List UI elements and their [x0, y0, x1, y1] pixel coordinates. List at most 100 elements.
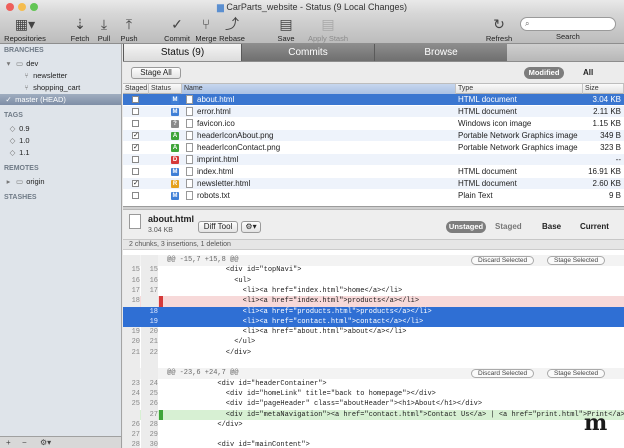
diff-line[interactable]: @@ -23,6 +24,7 @@ Discard Selected Stage S…: [123, 368, 624, 379]
diff-line[interactable]: [123, 358, 624, 369]
discard-selected-button[interactable]: Discard Selected: [471, 369, 535, 379]
tab-commits[interactable]: Commits: [241, 44, 374, 61]
sidebar-item-shopping-cart[interactable]: ⑂ shopping_cart: [0, 82, 121, 93]
new-line-number: 21: [141, 337, 158, 348]
diff-line[interactable]: 19 <li><a href="contact.html">contact</a…: [123, 316, 624, 328]
push-button[interactable]: ⤒ Push: [117, 15, 141, 43]
diff-tool-button[interactable]: Diff Tool: [198, 221, 238, 233]
table-row[interactable]: Mabout.html HTML document 3.04 KB: [123, 94, 624, 105]
close-window-button[interactable]: [6, 3, 14, 11]
stage-checkbox[interactable]: [132, 108, 139, 115]
diff-line[interactable]: 27 29: [123, 430, 624, 441]
column-type[interactable]: Type: [456, 84, 583, 94]
table-row[interactable]: ? favicon.ico Windows icon image 1.15 KB: [123, 118, 624, 129]
rebase-button[interactable]: ⤴ Rebase: [219, 15, 245, 43]
remove-icon[interactable]: −: [22, 437, 27, 448]
table-row[interactable]: Mrobots.txt Plain Text 9 B: [123, 190, 624, 201]
sidebar-item-tag-1.1[interactable]: ◇ 1.1: [0, 147, 121, 158]
diff-line[interactable]: 18 <li><a href="index.html">products</a>…: [123, 296, 624, 307]
window-title: CarParts_website - Status (9 Local Chang…: [226, 2, 408, 12]
modified-filter[interactable]: Modified: [524, 67, 564, 79]
current-toggle[interactable]: Current: [580, 222, 609, 231]
table-row[interactable]: ✓ AheaderIconContact.png Portable Network …: [123, 142, 624, 153]
diff-line[interactable]: 28 30 <div id="mainContent">: [123, 440, 624, 448]
tab-status[interactable]: Status (9): [123, 44, 241, 61]
sidebar-item-origin[interactable]: ▸ ▭ origin: [0, 176, 121, 187]
diff-line[interactable]: 27 <div id="metaNavigation"><a href="con…: [123, 409, 624, 420]
stage-checkbox[interactable]: ✓: [132, 132, 139, 139]
table-row[interactable]: Dimprint.html --: [123, 154, 624, 165]
unstaged-toggle[interactable]: Unstaged: [446, 221, 486, 233]
checkmark-icon: ✓: [171, 16, 183, 32]
sidebar-item-newsletter[interactable]: ⑂ newsletter: [0, 70, 121, 81]
diff-line[interactable]: 20 21 </ul>: [123, 337, 624, 348]
all-filter[interactable]: All: [583, 68, 593, 77]
branch-icon: ⑂: [24, 71, 29, 80]
stage-checkbox[interactable]: [132, 96, 139, 103]
discard-selected-button[interactable]: Discard Selected: [471, 256, 535, 265]
tab-browse[interactable]: Browse: [374, 44, 507, 61]
diff-line-text: </div>: [167, 348, 252, 357]
diff-line[interactable]: 19 20 <li><a href="about.html">about</a><…: [123, 327, 624, 338]
diff-line[interactable]: 25 26 <div id="pageHeader" class="aboutHe…: [123, 399, 624, 410]
stage-checkbox[interactable]: [132, 156, 139, 163]
diff-line[interactable]: 15 15 <div id="topNavi">: [123, 265, 624, 276]
search-input[interactable]: ⌕: [520, 17, 616, 31]
diff-view: @@ -15,7 +15,8 @@ Discard Selected Stage S…: [123, 250, 624, 448]
refresh-icon: ↻: [493, 16, 505, 32]
column-name[interactable]: Name: [182, 84, 456, 94]
gear-icon[interactable]: ⚙▾: [40, 437, 51, 448]
sidebar-item-tag-0.9[interactable]: ◇ 0.9: [0, 123, 121, 134]
fetch-button[interactable]: ⇣ Fetch: [66, 15, 94, 43]
table-row[interactable]: ✓ AheaderIconAbout.png Portable Network Gr…: [123, 130, 624, 141]
diff-line[interactable]: 18 <li><a href="products.html">products<…: [123, 306, 624, 317]
change-marker: [159, 389, 163, 400]
commit-button[interactable]: ✓ Commit: [162, 15, 192, 43]
stage-checkbox[interactable]: ✓: [132, 180, 139, 187]
file-size: 1.15 KB: [592, 119, 621, 128]
stage-checkbox[interactable]: [132, 120, 139, 127]
diff-line[interactable]: 26 28 </div>: [123, 419, 624, 431]
diff-line-text: <div id="headerContainer">: [167, 379, 327, 388]
diff-line[interactable]: 16 16 <ul>: [123, 275, 624, 287]
new-line-number: 20: [141, 327, 158, 338]
diff-gear-icon[interactable]: ⚙▾: [241, 221, 261, 233]
sidebar-item-master[interactable]: ✓ master (HEAD): [0, 94, 121, 105]
apply-stash-icon: ▤: [321, 16, 335, 32]
column-size[interactable]: Size: [583, 84, 624, 94]
zoom-window-button[interactable]: [30, 3, 38, 11]
diff-line[interactable]: 21 22 </div>: [123, 347, 624, 359]
diff-line-text: <li><a href="index.html">home</a></li>: [167, 286, 403, 295]
file-icon: [129, 214, 141, 229]
stage-selected-button[interactable]: Stage Selected: [547, 256, 606, 265]
table-row[interactable]: Mindex.html HTML document 16.91 KB: [123, 166, 624, 177]
stage-checkbox[interactable]: [132, 168, 139, 175]
merge-button[interactable]: ⑂ Merge: [194, 15, 218, 43]
staged-toggle[interactable]: Staged: [495, 222, 522, 231]
sidebar-item-dev[interactable]: ▾ ▭ dev: [0, 58, 121, 69]
stage-all-button[interactable]: Stage All: [131, 67, 181, 79]
table-row[interactable]: ✓ Rnewsletter.html HTML document 2.60 KB: [123, 178, 624, 189]
branch-label: shopping_cart: [33, 83, 81, 92]
minimize-window-button[interactable]: [18, 3, 26, 11]
sidebar-item-tag-1.0[interactable]: ◇ 1.0: [0, 135, 121, 146]
refresh-button[interactable]: ↻ Refresh: [484, 15, 514, 43]
column-status[interactable]: Status: [149, 84, 182, 94]
stage-checkbox[interactable]: [132, 192, 139, 199]
diff-line[interactable]: @@ -15,7 +15,8 @@ Discard Selected Stage S…: [123, 255, 624, 266]
base-toggle[interactable]: Base: [542, 222, 561, 231]
stage-selected-button[interactable]: Stage Selected: [547, 369, 606, 379]
diff-summary: 2 chunks, 3 insertions, 1 deletion: [123, 240, 624, 250]
diff-line[interactable]: 23 24 <div id="headerContainer">: [123, 378, 624, 390]
apply-stash-button[interactable]: ▤ Apply Stash: [307, 15, 349, 43]
pull-button[interactable]: ⤓ Pull: [92, 15, 116, 43]
table-row[interactable]: Merror.html HTML document 2.11 KB: [123, 106, 624, 117]
tag-icon: ◇: [9, 148, 16, 157]
stage-checkbox[interactable]: ✓: [132, 144, 139, 151]
column-staged[interactable]: Staged: [123, 84, 149, 94]
diff-line[interactable]: 17 17 <li><a href="index.html">home</a></…: [123, 285, 624, 297]
add-icon[interactable]: +: [6, 437, 11, 448]
diff-line[interactable]: 24 25 <div id="homeLink" title="back to h…: [123, 388, 624, 400]
repositories-button[interactable]: ▦▾ Repositories: [3, 15, 47, 43]
file-type: Windows icon image: [458, 119, 532, 128]
